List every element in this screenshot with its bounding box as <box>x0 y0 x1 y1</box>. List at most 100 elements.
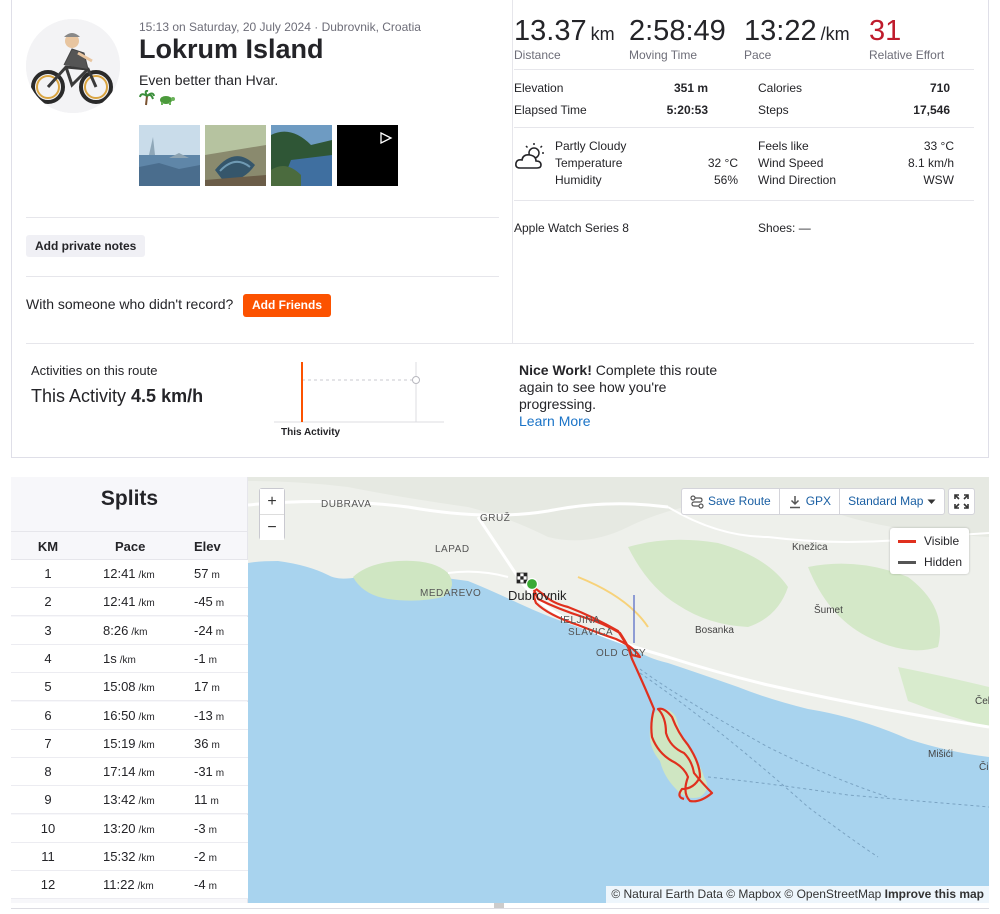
divider <box>26 276 499 277</box>
split-pace: 13:20/km <box>103 821 173 836</box>
split-row[interactable]: 5 15:08/km 17 m <box>11 673 248 702</box>
route-chart-label: This Activity <box>281 427 341 438</box>
zoom-out-button[interactable]: − <box>260 515 284 540</box>
avatar[interactable] <box>26 19 120 113</box>
shoes-info: Shoes: — <box>758 221 811 235</box>
stat-relative-effort[interactable]: 31 Relative Effort <box>869 14 944 62</box>
map-attribution: © Natural Earth Data © Mapbox © OpenStre… <box>606 886 989 903</box>
split-km: 8 <box>44 764 52 780</box>
split-pace: 15:19/km <box>103 736 173 751</box>
place-label-dubrovnik: Dubrovnik <box>508 588 567 603</box>
pace-label: Pace <box>744 48 772 62</box>
split-pace-unit: /km <box>137 881 154 893</box>
split-pace: 15:32/km <box>103 849 173 864</box>
split-row[interactable]: 12 11:22/km -4 m <box>11 871 248 900</box>
map-legend: Visible Hidden <box>890 528 969 574</box>
split-elev-value: 57 <box>194 566 209 581</box>
humidity-value: 56% <box>713 173 738 187</box>
split-km: 9 <box>44 792 52 808</box>
split-row[interactable]: 10 13:20/km -3 m <box>11 814 248 843</box>
legend-hidden-swatch <box>898 560 916 564</box>
split-pace-unit: /km <box>138 768 155 780</box>
split-pace: 15:08/km <box>103 679 173 694</box>
turtle-icon <box>160 96 175 105</box>
split-elev-unit: m <box>215 768 225 780</box>
split-row[interactable]: 1 12:41/km 57 m <box>11 560 248 588</box>
activity-photo-2[interactable] <box>205 125 266 186</box>
wind-speed-value: 8.1 km/h <box>907 156 954 170</box>
split-elev-unit: m <box>211 739 220 751</box>
place-label-cele: Čel <box>975 696 989 707</box>
split-pace-unit: /km <box>138 796 155 808</box>
split-row[interactable]: 4 1s/km -1 m <box>11 644 248 673</box>
split-pace: 1s/km <box>103 651 173 666</box>
activity-photo-3[interactable] <box>271 125 332 186</box>
split-row[interactable]: 9 13:42/km 11 m <box>11 786 248 815</box>
split-elev-unit: m <box>215 626 225 638</box>
split-pace-value: 1s <box>103 650 117 666</box>
improve-map-link[interactable]: Improve this map <box>885 887 984 901</box>
finish-flag-icon <box>516 572 528 584</box>
split-elev-value: 17 <box>194 679 209 695</box>
split-pace-unit: /km <box>138 683 155 695</box>
route-map[interactable]: DUBRAVA GRUŽ LAPAD MEDAREVO Dubrovnik IE… <box>248 477 989 903</box>
place-label-ploce: IELJINA <box>560 615 601 626</box>
stat-moving-time: 2:58:49 Moving Time <box>629 14 726 62</box>
split-pace-value: 15:08 <box>103 679 136 695</box>
split-row[interactable]: 7 15:19/km 36 m <box>11 729 248 758</box>
partly-cloudy-icon <box>514 142 548 172</box>
calories-label: Calories <box>758 81 803 95</box>
learn-more-link[interactable]: Learn More <box>519 413 591 429</box>
map-canvas <box>248 477 989 858</box>
split-row[interactable]: 2 12:41/km -45 m <box>11 588 248 617</box>
split-pace-unit: /km <box>138 824 155 836</box>
weather-condition: Partly Cloudy <box>555 139 627 153</box>
save-route-button[interactable]: Save Route <box>682 489 780 514</box>
legend-hidden-label: Hidden <box>924 555 963 569</box>
route-icon <box>690 494 704 509</box>
lokrum-island <box>649 709 708 798</box>
nice-work-bold: Nice Work! <box>519 362 592 378</box>
split-elev-value: -45 <box>194 594 213 610</box>
splits-title: Splits <box>100 487 159 510</box>
split-pace: 12:41/km <box>103 566 173 581</box>
zoom-in-button[interactable]: + <box>260 489 284 514</box>
add-private-notes-button[interactable]: Add private notes <box>26 235 146 257</box>
activity-summary-card: 15:13 on Saturday, 20 July 2024 · Dubrov… <box>11 0 989 458</box>
divider <box>514 200 974 201</box>
fullscreen-button[interactable] <box>948 488 975 515</box>
place-label-cil: Čil <box>979 762 989 773</box>
split-row[interactable]: 11 15:32/km -2 m <box>11 843 248 871</box>
split-pace: 17:14/km <box>103 764 173 779</box>
split-row[interactable]: 3 8:26/km -24 m <box>11 616 248 645</box>
split-km: 7 <box>44 735 52 751</box>
steps-label: Steps <box>758 103 789 117</box>
split-pace-value: 15:32 <box>103 849 136 864</box>
split-elev-unit: m <box>211 570 220 581</box>
split-elev-value: 11 <box>194 792 208 808</box>
with-someone-text: With someone who didn't record? <box>26 296 234 312</box>
moving-time-label: Moving Time <box>629 48 698 62</box>
map-style-dropdown[interactable]: Standard Map <box>840 489 944 514</box>
split-elev-unit: m <box>208 824 217 836</box>
this-activity-speed: 4.5 km/h <box>131 386 204 406</box>
split-pace-value: 8:26 <box>103 622 129 638</box>
relative-effort-value: 31 <box>869 15 902 47</box>
split-elev-unit: m <box>215 598 225 610</box>
split-pace-value: 13:20 <box>103 820 136 836</box>
split-row[interactable]: 8 17:14/km -31 m <box>11 758 248 787</box>
attribution-text: © Natural Earth Data © Mapbox © OpenStre… <box>611 887 885 901</box>
wind-speed-label: Wind Speed <box>758 156 824 170</box>
split-elev-unit: m <box>208 654 217 666</box>
relative-effort-label: Relative Effort <box>869 48 945 62</box>
split-elev-unit: m <box>211 683 220 695</box>
place-label-bosanka: Bosanka <box>695 625 734 636</box>
activity-video-4[interactable] <box>337 125 398 186</box>
elevation-label: Elevation <box>514 81 564 95</box>
zoom-control: + − <box>259 488 285 540</box>
split-row[interactable]: 6 16:50/km -13 m <box>11 701 248 730</box>
add-friends-button[interactable]: Add Friends <box>243 294 332 317</box>
gpx-download-button[interactable]: GPX <box>780 489 841 514</box>
split-pace: 11:22/km <box>103 877 173 892</box>
activity-photo-1[interactable] <box>139 125 200 186</box>
